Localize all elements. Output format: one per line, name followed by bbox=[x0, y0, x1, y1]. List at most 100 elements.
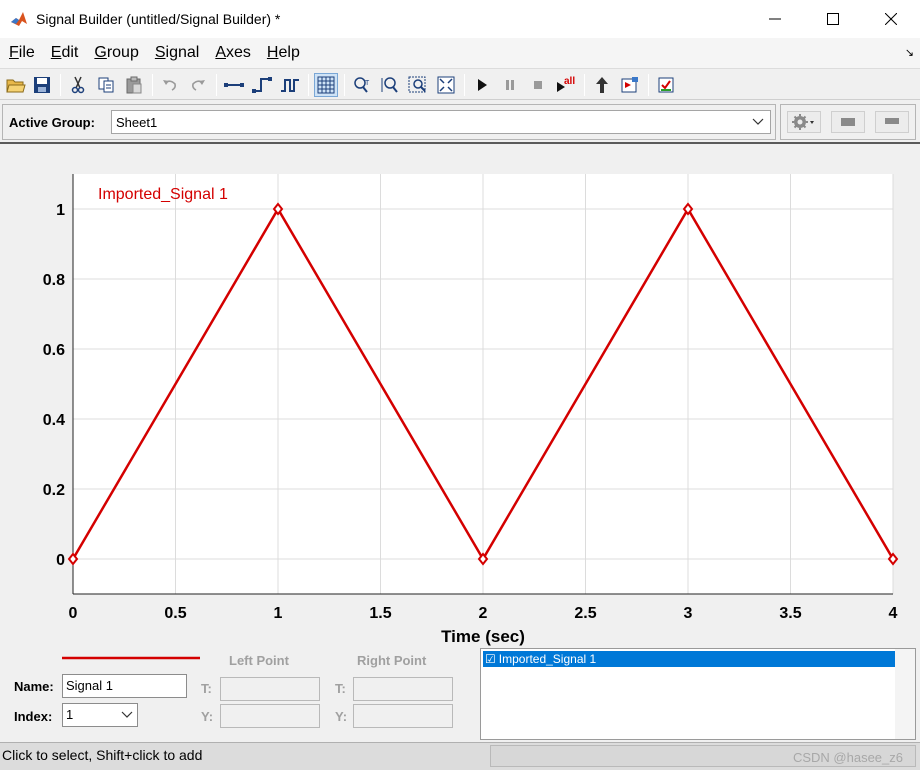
run-all-icon: all bbox=[557, 76, 575, 92]
left-point-y-input[interactable] bbox=[220, 704, 320, 728]
run-all-button[interactable]: all bbox=[554, 73, 578, 97]
x-axis-label: Time (sec) bbox=[441, 627, 525, 646]
menu-group[interactable]: Group bbox=[93, 42, 139, 64]
pulse-segment-icon bbox=[281, 79, 299, 92]
right-point-y-input[interactable] bbox=[353, 704, 453, 728]
menu-axes[interactable]: Axes bbox=[214, 42, 252, 64]
menu-edit[interactable]: Edit bbox=[50, 42, 80, 64]
x-tick-label-7: 3.5 bbox=[779, 605, 801, 622]
paste-button[interactable] bbox=[122, 73, 146, 97]
index-label: Index: bbox=[14, 709, 53, 724]
fit-to-view-button[interactable] bbox=[434, 73, 458, 97]
active-group-dropdown[interactable]: Sheet1 bbox=[111, 110, 771, 134]
save-button[interactable] bbox=[30, 73, 54, 97]
signal-plot-area[interactable]: 0 0.5 1 1.5 2 2.5 3 3.5 4 0 0.2 0.4 0.6 0.8 1 Time (s… bbox=[2, 146, 918, 646]
signal-chart[interactable]: 0 0.5 1 1.5 2 2.5 3 3.5 4 0 0.2 0.4 0.6 0.8 1 Time (s… bbox=[2, 146, 918, 646]
undo-button[interactable] bbox=[158, 73, 182, 97]
scope-icon bbox=[621, 77, 638, 93]
grid-toggle-button[interactable] bbox=[314, 73, 338, 97]
y-tick-label-2: 0.4 bbox=[43, 412, 65, 429]
right-point-t-input[interactable] bbox=[353, 677, 453, 701]
svg-text:T: T bbox=[365, 80, 370, 87]
show-block-button[interactable] bbox=[590, 73, 614, 97]
right-y-label: Y: bbox=[335, 709, 348, 724]
redo-button[interactable] bbox=[186, 73, 210, 97]
x-tick-label-4: 2 bbox=[479, 605, 488, 622]
undo-icon bbox=[163, 80, 176, 91]
y-tick-label-4: 0.8 bbox=[43, 272, 65, 289]
insert-constant-button[interactable] bbox=[222, 73, 246, 97]
open-folder-icon bbox=[6, 79, 26, 93]
left-point-t-input[interactable] bbox=[220, 677, 320, 701]
signal-properties-panel: Left Point Right Point Name: Signal 1 T:… bbox=[0, 646, 920, 742]
gear-icon bbox=[792, 114, 814, 130]
pause-simulation-button[interactable] bbox=[498, 73, 522, 97]
zoom-area-button[interactable] bbox=[406, 73, 430, 97]
series-label: Imported_Signal 1 bbox=[98, 186, 228, 203]
y-tick-label-3: 0.6 bbox=[43, 342, 65, 359]
group-tools-panel bbox=[780, 104, 916, 140]
save-disk-icon bbox=[34, 77, 50, 93]
up-arrow-icon bbox=[596, 77, 608, 93]
matlab-logo-icon bbox=[10, 10, 28, 28]
signal-name-input[interactable]: Signal 1 bbox=[62, 674, 187, 698]
menu-signal[interactable]: Signal bbox=[154, 42, 200, 64]
signal-list-item[interactable]: ☑ Imported_Signal 1 bbox=[483, 651, 897, 667]
signal-index-dropdown[interactable]: 1 bbox=[62, 703, 138, 727]
insert-pulse-button[interactable] bbox=[278, 73, 302, 97]
open-button[interactable] bbox=[4, 73, 28, 97]
left-point-label: Left Point bbox=[229, 653, 289, 668]
panel-collapse-icon bbox=[885, 118, 899, 124]
minimize-button[interactable] bbox=[746, 0, 804, 38]
signal-line-sample bbox=[62, 656, 200, 660]
active-group-panel: Active Group: Sheet1 bbox=[2, 104, 776, 140]
cut-button[interactable] bbox=[66, 73, 90, 97]
chevron-down-icon bbox=[752, 118, 764, 125]
verify-button[interactable] bbox=[654, 73, 678, 97]
zoom-y-icon bbox=[381, 77, 398, 93]
status-message: Click to select, Shift+click to add bbox=[2, 747, 203, 763]
title-bar: Signal Builder (untitled/Signal Builder)… bbox=[0, 0, 920, 38]
fit-view-icon bbox=[437, 76, 455, 94]
signal-checkbox-icon[interactable]: ☑ bbox=[485, 652, 496, 666]
close-button[interactable] bbox=[862, 0, 920, 38]
x-tick-label-5: 2.5 bbox=[574, 605, 596, 622]
chevron-down-icon bbox=[121, 711, 133, 718]
stop-icon bbox=[534, 81, 542, 89]
x-tick-label-6: 3 bbox=[684, 605, 693, 622]
constant-segment-icon bbox=[224, 83, 244, 87]
start-simulation-button[interactable] bbox=[470, 73, 494, 97]
close-icon bbox=[885, 13, 897, 25]
insert-step-button[interactable] bbox=[250, 73, 274, 97]
grid-icon bbox=[317, 76, 335, 94]
panel-toggle-button[interactable] bbox=[831, 111, 865, 133]
y-tick-label-0: 0 bbox=[56, 552, 65, 569]
name-label: Name: bbox=[14, 679, 54, 694]
minimize-icon bbox=[769, 18, 781, 20]
settings-button[interactable] bbox=[787, 111, 821, 133]
stop-simulation-button[interactable] bbox=[526, 73, 550, 97]
zoom-y-button[interactable] bbox=[378, 73, 402, 97]
signal-list-scrollbar[interactable] bbox=[895, 649, 915, 739]
copy-button[interactable] bbox=[94, 73, 118, 97]
step-segment-icon bbox=[252, 77, 272, 93]
maximize-button[interactable] bbox=[804, 0, 862, 38]
pause-icon bbox=[506, 80, 514, 90]
window-title: Signal Builder (untitled/Signal Builder)… bbox=[36, 11, 281, 27]
group-bar: Active Group: Sheet1 bbox=[0, 100, 920, 144]
active-group-label: Active Group: bbox=[9, 115, 95, 130]
svg-text:all: all bbox=[564, 76, 575, 87]
redo-icon bbox=[192, 80, 205, 91]
menu-file[interactable]: File bbox=[8, 42, 36, 64]
scope-button[interactable] bbox=[618, 73, 642, 97]
x-tick-label-1: 0.5 bbox=[164, 605, 186, 622]
menu-help[interactable]: Help bbox=[266, 42, 301, 64]
y-tick-label-1: 0.2 bbox=[43, 482, 65, 499]
panel-collapse-button[interactable] bbox=[875, 111, 909, 133]
zoom-time-icon: T bbox=[354, 77, 370, 93]
signal-index-value: 1 bbox=[66, 707, 74, 722]
menu-dock-arrow-icon[interactable]: ↘ bbox=[905, 46, 914, 59]
zoom-time-button[interactable]: T bbox=[350, 73, 374, 97]
signal-list[interactable]: ☑ Imported_Signal 1 bbox=[480, 648, 916, 740]
x-tick-label-0: 0 bbox=[69, 605, 78, 622]
